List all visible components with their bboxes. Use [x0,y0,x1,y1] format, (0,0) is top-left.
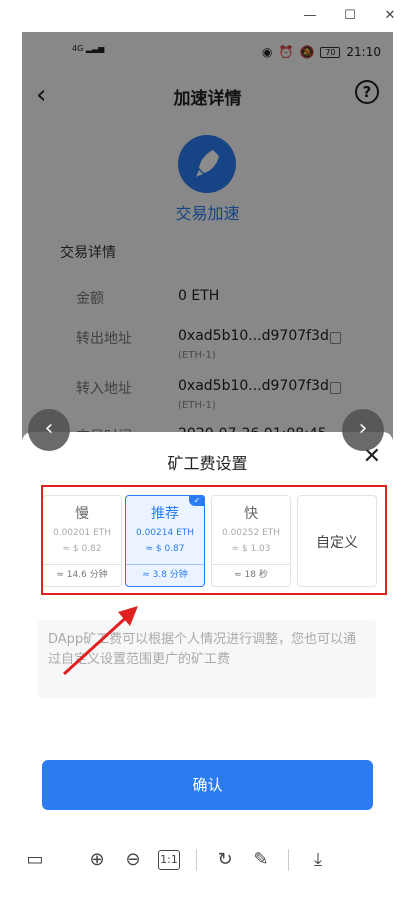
toolbar-divider [196,849,197,871]
maximize-icon[interactable]: ☐ [340,6,360,26]
rotate-icon[interactable]: ↻ [212,847,238,873]
download-icon[interactable]: ⤓ [305,847,331,873]
next-image-icon[interactable]: › [342,409,384,451]
close-window-icon[interactable]: ✕ [380,6,400,26]
prev-image-icon[interactable]: ‹ [28,409,70,451]
sheet-title: 矿工费设置 [167,454,248,473]
thumbnail-icon[interactable]: ▭ [22,847,48,873]
confirm-button[interactable]: 确认 [42,760,373,810]
edit-icon[interactable]: ✎ [248,847,274,873]
viewer-toolbar: ▭ ⊕ ⊖ 1:1 ↻ ✎ ⤓ [0,827,414,901]
highlight-box [41,485,387,595]
zoom-in-icon[interactable]: ⊕ [84,847,110,873]
phone-screen: 4G ▂▃▅ ◉ ⏰ 🔕 70 21:10 ‹ 加速详情 ? 交易加速 交易详情… [22,32,393,827]
annotation-arrow-icon [62,606,138,676]
window-title-bar: — ☐ ✕ [0,0,414,32]
minimize-icon[interactable]: — [300,6,320,26]
toolbar-divider [288,849,289,871]
zoom-out-icon[interactable]: ⊖ [120,847,146,873]
actual-size-icon[interactable]: 1:1 [158,850,180,870]
